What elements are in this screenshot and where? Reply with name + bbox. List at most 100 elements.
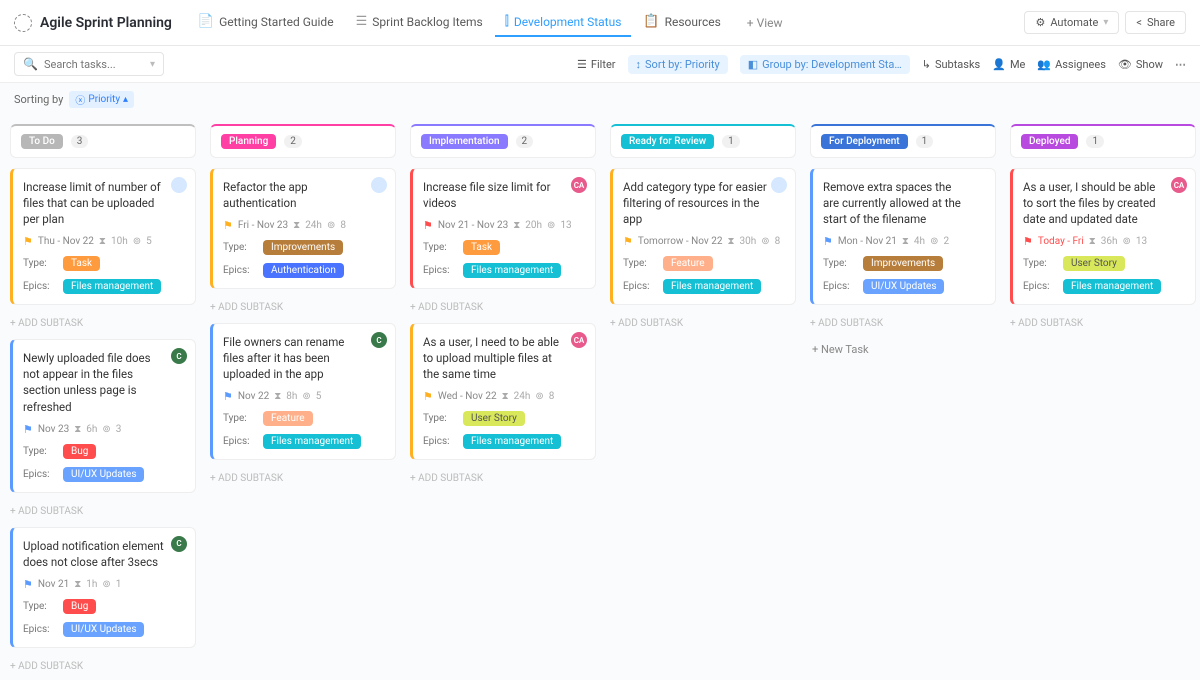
flag-icon[interactable]: ⚑ — [223, 219, 233, 232]
chevron-down-icon[interactable]: ▾ — [150, 59, 155, 70]
filter-button[interactable]: ☰Filter — [577, 58, 615, 71]
avatar[interactable] — [371, 177, 387, 193]
show-button[interactable]: 👁Show — [1118, 58, 1163, 71]
epic-tag[interactable]: UI/UX Updates — [63, 622, 144, 637]
add-subtask-button[interactable]: + ADD SUBTASK — [610, 315, 796, 329]
card-title: Increase file size limit for videos — [423, 179, 585, 211]
column-header[interactable]: Ready for Review1 — [610, 124, 796, 158]
epics-label: Epics: — [223, 436, 253, 447]
avatar[interactable] — [771, 177, 787, 193]
task-card[interactable]: Refactor the app authentication⚑Fri - No… — [210, 168, 396, 289]
avatar[interactable]: C — [171, 536, 187, 552]
add-view-button[interactable]: + View — [737, 10, 793, 36]
column-header[interactable]: Planning2 — [210, 124, 396, 158]
epic-tag[interactable]: Authentication — [263, 263, 344, 278]
avatar[interactable]: CA — [1171, 177, 1187, 193]
column-header[interactable]: Deployed1 — [1010, 124, 1196, 158]
automate-button[interactable]: ⚙ Automate ▾ — [1024, 11, 1119, 34]
add-subtask-button[interactable]: + ADD SUBTASK — [10, 503, 196, 517]
epic-tag[interactable]: Files management — [463, 434, 561, 449]
avatar[interactable]: CA — [571, 177, 587, 193]
type-tag[interactable]: Task — [463, 240, 500, 255]
card-date: Today - Fri — [1038, 236, 1084, 247]
type-tag[interactable]: Improvements — [263, 240, 343, 255]
add-subtask-button[interactable]: + ADD SUBTASK — [10, 658, 196, 672]
task-card[interactable]: Add category type for easier filtering o… — [610, 168, 796, 305]
subtasks-label: Subtasks — [935, 58, 980, 71]
flag-icon[interactable]: ⚑ — [23, 578, 33, 591]
type-tag[interactable]: Bug — [63, 599, 96, 614]
epic-tag[interactable]: Files management — [263, 434, 361, 449]
type-tag[interactable]: User Story — [1063, 256, 1125, 271]
filter-label: Filter — [591, 58, 616, 71]
card-epic-row: Epics:Files management — [623, 279, 785, 294]
tab-label: Resources — [665, 15, 721, 29]
nav-tab[interactable]: 📋Resources — [633, 8, 730, 37]
task-card[interactable]: CNewly uploaded file does not appear in … — [10, 339, 196, 492]
sortbar-pill[interactable]: ⓧPriority▴ — [69, 91, 134, 108]
avatar[interactable] — [171, 177, 187, 193]
group-button[interactable]: ◧Group by: Development Sta… — [740, 55, 910, 74]
flag-icon[interactable]: ⚑ — [823, 235, 833, 248]
nav-tab[interactable]: ☰Sprint Backlog Items — [346, 8, 493, 37]
tab-icon: 📄 — [198, 14, 214, 29]
flag-icon[interactable]: ⚑ — [423, 390, 433, 403]
me-button[interactable]: 👤Me — [992, 58, 1025, 71]
add-subtask-button[interactable]: + ADD SUBTASK — [810, 315, 996, 329]
flag-icon[interactable]: ⚑ — [23, 423, 33, 436]
add-subtask-button[interactable]: + ADD SUBTASK — [210, 299, 396, 313]
flag-icon[interactable]: ⚑ — [623, 235, 633, 248]
share-icon: < — [1136, 16, 1142, 29]
column-header[interactable]: To Do3 — [10, 124, 196, 158]
card-type-row: Type:Bug — [23, 444, 185, 459]
nav-tab[interactable]: 📄Getting Started Guide — [188, 8, 344, 37]
sort-button[interactable]: ↕Sort by: Priority — [628, 55, 728, 74]
flag-icon[interactable]: ⚑ — [23, 235, 33, 248]
column-name-pill: Implementation — [421, 134, 508, 149]
type-tag[interactable]: Task — [63, 256, 100, 271]
card-epic-row: Epics:Files management — [423, 263, 585, 278]
nav-tab[interactable]: ⫿Development Status — [495, 8, 632, 37]
column-header[interactable]: For Deployment1 — [810, 124, 996, 158]
task-card[interactable]: CAAs a user, I need to be able to upload… — [410, 323, 596, 460]
epic-tag[interactable]: Files management — [63, 279, 161, 294]
card-title: As a user, I should be able to sort the … — [1023, 179, 1185, 227]
card-epic-row: Epics:Files management — [423, 434, 585, 449]
search-input[interactable] — [44, 58, 144, 71]
add-subtask-button[interactable]: + ADD SUBTASK — [10, 315, 196, 329]
card-estimate: 8h — [286, 391, 297, 402]
close-icon[interactable]: ⓧ — [75, 92, 85, 107]
type-tag[interactable]: Feature — [663, 256, 713, 271]
epic-tag[interactable]: Files management — [1063, 279, 1161, 294]
type-tag[interactable]: Bug — [63, 444, 96, 459]
epic-tag[interactable]: Files management — [463, 263, 561, 278]
add-subtask-button[interactable]: + ADD SUBTASK — [410, 299, 596, 313]
type-tag[interactable]: User Story — [463, 411, 525, 426]
more-button[interactable]: ⋯ — [1175, 58, 1186, 71]
task-card[interactable]: Increase limit of number of files that c… — [10, 168, 196, 305]
task-card[interactable]: Remove extra spaces the are currently al… — [810, 168, 996, 305]
task-card[interactable]: CFile owners can rename files after it h… — [210, 323, 396, 460]
task-card[interactable]: CAAs a user, I should be able to sort th… — [1010, 168, 1196, 305]
epic-tag[interactable]: UI/UX Updates — [63, 467, 144, 482]
new-task-button[interactable]: + New Task — [810, 339, 996, 360]
card-estimate: 4h — [914, 236, 925, 247]
column-header[interactable]: Implementation2 — [410, 124, 596, 158]
assignees-button[interactable]: 👥Assignees — [1037, 58, 1106, 71]
subtasks-button[interactable]: ↳Subtasks — [922, 58, 981, 71]
add-subtask-button[interactable]: + ADD SUBTASK — [1010, 315, 1196, 329]
add-subtask-button[interactable]: + ADD SUBTASK — [210, 470, 396, 484]
flag-icon[interactable]: ⚑ — [223, 390, 233, 403]
type-label: Type: — [23, 601, 53, 612]
task-card[interactable]: CAIncrease file size limit for videos⚑No… — [410, 168, 596, 289]
search-input-wrap[interactable]: 🔍 ▾ — [14, 52, 164, 76]
epic-tag[interactable]: Files management — [663, 279, 761, 294]
epic-tag[interactable]: UI/UX Updates — [863, 279, 944, 294]
share-button[interactable]: < Share — [1125, 11, 1186, 34]
type-tag[interactable]: Improvements — [863, 256, 943, 271]
flag-icon[interactable]: ⚑ — [1023, 235, 1033, 248]
type-tag[interactable]: Feature — [263, 411, 313, 426]
task-card[interactable]: CUpload notification element does not cl… — [10, 527, 196, 648]
add-subtask-button[interactable]: + ADD SUBTASK — [410, 470, 596, 484]
flag-icon[interactable]: ⚑ — [423, 219, 433, 232]
